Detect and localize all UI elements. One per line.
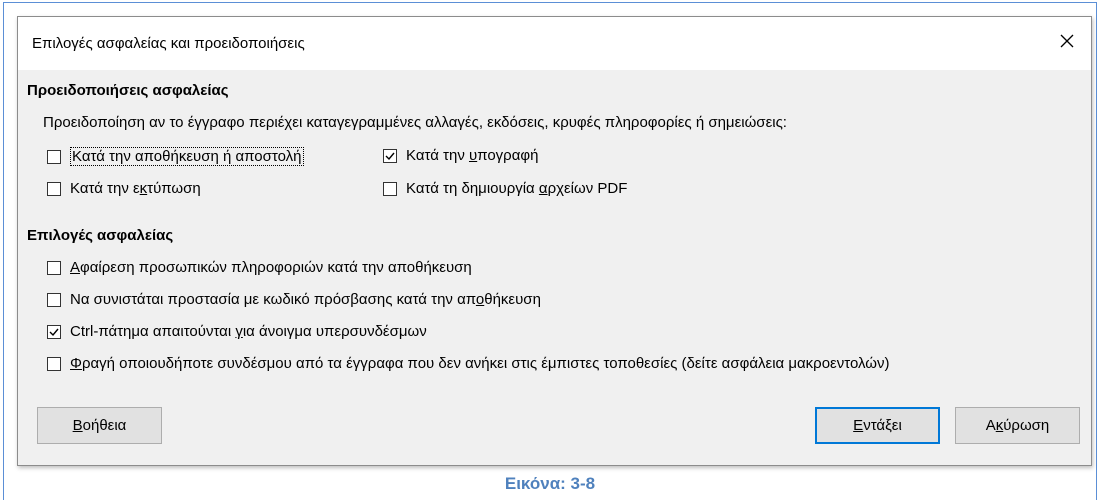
- dialog-title: Επιλογές ασφαλείας και προειδοποιήσεις: [32, 35, 305, 52]
- checkbox-recommend-password[interactable]: Να συνιστάται προστασία με κωδικό πρόσβα…: [47, 291, 541, 308]
- cancel-button[interactable]: Ακ ύρωση: [955, 407, 1080, 444]
- dialog-content: Προειδοποιήσεις ασφαλείας Προειδοποίηση …: [18, 70, 1091, 465]
- checkbox-label: Κατά την αποθήκευση ή αποστολή: [70, 147, 304, 166]
- checkbox-box-checked[interactable]: [47, 324, 61, 339]
- checkbox-remove-personal-info[interactable]: Αφαίρεση προσωπικών πληροφοριών κατά την…: [47, 259, 472, 276]
- help-button[interactable]: Βοήθεια: [37, 407, 162, 444]
- security-warnings-heading: Προειδοποιήσεις ασφαλείας: [27, 82, 229, 99]
- figure-caption: Εικόνα: 3-8: [504, 474, 596, 493]
- security-warnings-description: Προειδοποίηση αν το έγγραφο περιέχει κατ…: [43, 114, 787, 131]
- checkbox-label: Αφαίρεση προσωπικών πληροφοριών κατά την…: [70, 259, 472, 276]
- ok-button[interactable]: Εντάξει: [815, 407, 940, 444]
- checkbox-when-printing[interactable]: Κατά την εκτύπωση: [47, 180, 201, 197]
- checkbox-box[interactable]: [47, 356, 61, 371]
- checkbox-box-checked[interactable]: [383, 148, 397, 163]
- security-options-dialog: Επιλογές ασφαλείας και προειδοποιήσεις Π…: [17, 16, 1092, 466]
- checkbox-label: Κατά την υπογραφή: [406, 147, 539, 164]
- checkbox-when-creating-pdf[interactable]: Κατά τη δημιουργία αρχείων PDF: [383, 180, 627, 197]
- checkbox-label: Φραγή οποιουδήποτε συνδέσμου από τα έγγρ…: [70, 355, 890, 372]
- security-options-heading: Επιλογές ασφαλείας: [27, 227, 174, 244]
- checkbox-label: Κατά την εκτύπωση: [70, 180, 201, 197]
- title-bar: Επιλογές ασφαλείας και προειδοποιήσεις: [18, 17, 1091, 70]
- checkbox-label: Να συνιστάται προστασία με κωδικό πρόσβα…: [70, 291, 541, 308]
- checkbox-when-signing[interactable]: Κατά την υπογραφή: [383, 147, 538, 164]
- checkbox-block-untrusted-links[interactable]: Φραγή οποιουδήποτε συνδέσμου από τα έγγρ…: [47, 355, 890, 372]
- checkbox-label: Κατά τη δημιουργία αρχείων PDF: [406, 180, 628, 197]
- checkbox-box[interactable]: [383, 181, 397, 196]
- checkbox-box[interactable]: [47, 260, 61, 275]
- checkbox-label: Ctrl-πάτημα απαιτούνται για άνοιγμα υπερ…: [70, 323, 427, 340]
- checkbox-ctrl-click-hyperlinks[interactable]: Ctrl-πάτημα απαιτούνται για άνοιγμα υπερ…: [47, 323, 427, 340]
- close-icon[interactable]: [1055, 29, 1079, 53]
- checkbox-box[interactable]: [47, 292, 61, 307]
- checkbox-box[interactable]: [47, 181, 61, 196]
- checkbox-box[interactable]: [47, 149, 61, 164]
- checkbox-when-saving-or-sending[interactable]: Κατά την αποθήκευση ή αποστολή: [47, 147, 304, 166]
